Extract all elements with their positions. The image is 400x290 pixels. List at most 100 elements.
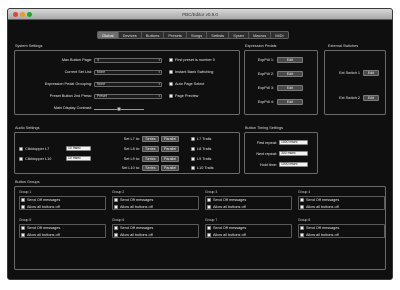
- tab-songs[interactable]: Songs: [187, 32, 208, 38]
- tab-setlists[interactable]: Setlists: [207, 32, 230, 38]
- group-5-allow-off-checkbox[interactable]: [21, 233, 25, 237]
- next-repeat-label: Next repeat:: [256, 152, 277, 156]
- first-repeat-value: 1500 msec: [281, 140, 298, 144]
- window-title: PBC/Editor v0.9.0: [182, 11, 218, 17]
- display-contrast-label: Main Display Contrast:: [53, 106, 92, 110]
- group-3-send-off-checkbox[interactable]: [207, 198, 211, 202]
- clicktopper-l10-checkbox[interactable]: [19, 157, 23, 161]
- group-5-send-off-checkbox[interactable]: [21, 226, 25, 230]
- l10-trails-checkbox[interactable]: [191, 166, 195, 170]
- group-7-send-off-checkbox[interactable]: [207, 226, 211, 230]
- exp-pedal-3-label: ExpPdl 3:: [257, 86, 274, 90]
- group-1-allow-off-label: Allow all buttons off: [27, 205, 60, 209]
- current-set-list-label: Current Set List:: [64, 70, 92, 74]
- title-bar: PBC/Editor v0.9.0: [8, 9, 392, 20]
- group-7-allow-off-checkbox[interactable]: [207, 233, 211, 237]
- hold-time-input[interactable]: 1000 msec: [279, 162, 308, 167]
- group-4-allow-off-checkbox[interactable]: [300, 205, 304, 209]
- set-l10-label: Set L10 to:: [121, 166, 140, 170]
- instant-bank-switching-checkbox[interactable]: [169, 70, 173, 74]
- first-repeat-input[interactable]: 1500 msec: [279, 140, 308, 145]
- set-l9-series-button[interactable]: Series: [142, 156, 159, 162]
- group-6-allow-off-label: Allow all buttons off: [120, 233, 153, 237]
- group-6-allow-off-checkbox[interactable]: [114, 233, 118, 237]
- l7-trails-checkbox[interactable]: [191, 137, 195, 141]
- tab-sysex[interactable]: Sysex: [229, 32, 250, 38]
- set-l8-series-button[interactable]: Series: [142, 146, 159, 152]
- group-5-allow-off-label: Allow all buttons off: [27, 233, 60, 237]
- clicktopper-l10-input[interactable]: 10 msec: [66, 156, 91, 161]
- exp-pedal-4-edit-button[interactable]: Edit: [277, 99, 303, 105]
- hold-time-label: Hold time:: [259, 163, 277, 167]
- clicktopper-l7-label: Clicktopper L7: [25, 147, 50, 151]
- group-3-title: Group 3: [205, 190, 218, 194]
- clicktopper-l7-checkbox[interactable]: [19, 147, 23, 151]
- group-4-send-off-checkbox[interactable]: [300, 198, 304, 202]
- group-2-send-off-label: Send Off messages: [120, 198, 154, 202]
- exp-pedal-3-edit-button[interactable]: Edit: [277, 85, 303, 91]
- ext-switch-2-label: Ext Switch 2: [339, 96, 360, 100]
- exp-pedal-1-edit-button[interactable]: Edit: [277, 57, 303, 63]
- group-8-allow-off-checkbox[interactable]: [300, 233, 304, 237]
- first-preset-zero-label: First preset is number 0: [175, 58, 215, 62]
- set-l7-series-button[interactable]: Series: [142, 136, 159, 142]
- group-7-allow-off-label: Allow all buttons off: [213, 233, 246, 237]
- group-1-send-off-checkbox[interactable]: [21, 198, 25, 202]
- preset-button-2nd-press-label: Preset Button 2nd Press:: [49, 94, 92, 98]
- l10-trails-label: L10 Trails: [197, 166, 214, 170]
- set-l10-series-button[interactable]: Series: [142, 165, 159, 171]
- max-button-page-select[interactable]: 4 ▾: [94, 58, 162, 63]
- page-preview-checkbox[interactable]: [169, 94, 173, 98]
- ext-switch-2-edit-button[interactable]: Edit: [363, 95, 379, 101]
- l8-trails-checkbox[interactable]: [191, 147, 195, 151]
- set-l9-parallel-button[interactable]: Parallel: [161, 156, 179, 162]
- set-l8-parallel-button[interactable]: Parallel: [161, 146, 179, 152]
- set-l7-label: Set L7 to:: [123, 137, 140, 141]
- exp-pedal-2-edit-button[interactable]: Edit: [277, 71, 303, 77]
- chevron-down-icon: ▾: [158, 58, 160, 62]
- set-l7-parallel-button[interactable]: Parallel: [161, 136, 179, 142]
- external-switches-panel: [324, 50, 386, 115]
- exp-pedal-1-label: ExpPdl 1:: [257, 58, 274, 62]
- expression-pedals-title: Expression Pedals: [245, 44, 277, 48]
- clicktopper-l10-label: Clicktopper L10: [25, 157, 52, 161]
- group-6-send-off-checkbox[interactable]: [114, 226, 118, 230]
- clicktopper-l10-value: 10 msec: [68, 156, 81, 160]
- first-preset-zero-checkbox[interactable]: [169, 58, 173, 62]
- group-5-title: Group 5: [19, 218, 32, 222]
- ext-switch-1-edit-button[interactable]: Edit: [363, 70, 379, 76]
- hold-time-value: 1000 msec: [281, 162, 298, 166]
- tab-devices[interactable]: Devices: [119, 32, 142, 38]
- preset-button-2nd-press-select[interactable]: Preset ▾: [94, 94, 162, 99]
- display-contrast-slider-knob[interactable]: [117, 107, 121, 111]
- auto-page-select-checkbox[interactable]: [169, 82, 173, 86]
- tab-midi[interactable]: MIDI: [271, 32, 287, 38]
- tab-buttons[interactable]: Buttons: [142, 32, 165, 38]
- expression-pedal-grouping-select[interactable]: None ▾: [94, 82, 162, 87]
- group-7-title: Group 7: [205, 218, 218, 222]
- next-repeat-input[interactable]: 300 msec: [279, 151, 308, 156]
- tab-presets[interactable]: Presets: [164, 32, 187, 38]
- tab-global[interactable]: Global: [98, 32, 119, 38]
- button-groups-title: Button Groups: [15, 180, 40, 184]
- group-8-title: Group 8: [298, 218, 311, 222]
- tab-macros[interactable]: Macros: [249, 32, 272, 38]
- l9-trails-checkbox[interactable]: [191, 157, 195, 161]
- current-set-list-select[interactable]: None ▾: [94, 70, 162, 75]
- group-3-send-off-label: Send Off messages: [213, 198, 247, 202]
- group-8-send-off-checkbox[interactable]: [300, 226, 304, 230]
- group-4-allow-off-label: Allow all buttons off: [306, 205, 339, 209]
- group-5-send-off-label: Send Off messages: [27, 226, 61, 230]
- group-8-allow-off-label: Allow all buttons off: [306, 233, 339, 237]
- set-l10-parallel-button[interactable]: Parallel: [161, 165, 179, 171]
- group-6-send-off-label: Send Off messages: [120, 226, 154, 230]
- group-2-allow-off-checkbox[interactable]: [114, 205, 118, 209]
- group-1-send-off-label: Send Off messages: [27, 198, 61, 202]
- group-2-send-off-checkbox[interactable]: [114, 198, 118, 202]
- external-switches-title: External Switches: [328, 44, 359, 48]
- group-1-allow-off-checkbox[interactable]: [21, 205, 25, 209]
- instant-bank-switching-label: Instant Bank Switching: [175, 70, 214, 74]
- clicktopper-l7-input[interactable]: 10 msec: [66, 146, 91, 151]
- chevron-down-icon: ▾: [158, 82, 160, 86]
- group-3-allow-off-checkbox[interactable]: [207, 205, 211, 209]
